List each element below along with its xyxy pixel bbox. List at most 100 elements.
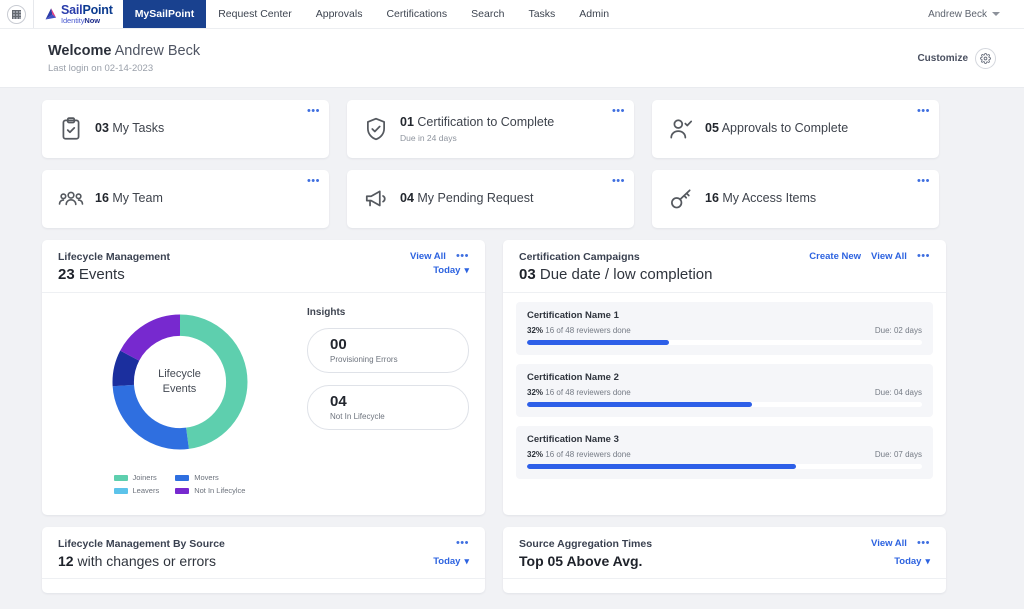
panel-header: Source Aggregation Times Top 05 Above Av…: [503, 527, 946, 579]
legend-label: Not In Lifecylce: [194, 486, 246, 495]
tile-menu-button[interactable]: •••: [917, 106, 930, 117]
tile-approvals-to-complete[interactable]: ••• 05 Approvals to Complete: [652, 100, 939, 158]
nav-item-certifications[interactable]: Certifications: [374, 0, 459, 28]
certification-name: Certification Name 2: [527, 372, 619, 383]
panel-title-block: Source Aggregation Times Top 05 Above Av…: [519, 538, 652, 569]
people-group-icon: [58, 186, 84, 212]
nav-item-mysailpoint[interactable]: MySailPoint: [122, 0, 207, 28]
user-menu[interactable]: Andrew Beck: [912, 0, 1016, 28]
certification-row[interactable]: Certification Name 2 32% 16 of 48 review…: [516, 364, 933, 417]
tile-text: 01 Certification to Complete Due in 24 d…: [400, 115, 554, 143]
tile-my-access-items[interactable]: ••• 16 My Access Items: [652, 170, 939, 228]
insight-label: Provisioning Errors: [330, 354, 398, 364]
stat-tiles-row-1: ••• 03 My Tasks ••• 01 Certification to …: [42, 100, 982, 158]
tile-text: 16 My Team: [95, 191, 163, 207]
legend-item-movers: Movers: [175, 473, 245, 482]
view-all-link[interactable]: View All: [871, 538, 907, 549]
gear-icon: [975, 47, 996, 69]
certification-due: Due: 04 days: [874, 388, 922, 397]
tile-menu-button[interactable]: •••: [612, 176, 625, 187]
period-selector[interactable]: Today ▾: [871, 556, 930, 567]
certification-due: Due: 07 days: [874, 450, 922, 459]
panel-title-block: Lifecycle Management By Source 12 with c…: [58, 538, 225, 569]
legend-item-not-in-lifecycle: Not In Lifecylce: [175, 486, 245, 495]
panel-title: Source Aggregation Times: [519, 538, 653, 550]
top-navigation-bar: SailPoint IdentityNow MySailPoint Reques…: [0, 0, 1024, 29]
tile-main-line: 01 Certification to Complete: [400, 114, 555, 129]
customize-label: Customize: [917, 52, 968, 64]
view-all-link[interactable]: View All: [871, 251, 907, 262]
tile-my-tasks[interactable]: ••• 03 My Tasks: [42, 100, 329, 158]
sailpoint-logo: SailPoint IdentityNow: [34, 0, 123, 28]
tile-menu-button[interactable]: •••: [307, 106, 320, 117]
view-all-link[interactable]: View All: [410, 251, 446, 262]
create-new-link[interactable]: Create New: [809, 251, 861, 262]
megaphone-icon: [363, 186, 389, 212]
panel-header: Lifecycle Management By Source 12 with c…: [42, 527, 485, 579]
panel-menu-button[interactable]: •••: [917, 538, 930, 549]
user-check-icon: [668, 116, 694, 142]
primary-nav-items: MySailPoint Request Center Approvals Cer…: [122, 0, 621, 28]
panel-header: Certification Campaigns 03 Due date / lo…: [503, 240, 946, 293]
welcome-bar: Welcome Andrew Beck Last login on 02-14-…: [0, 29, 1024, 88]
insight-not-in-lifecycle[interactable]: 04 Not In Lifecycle: [307, 385, 469, 430]
panel-menu-button[interactable]: •••: [456, 538, 469, 549]
welcome-text-block: Welcome Andrew Beck Last login on 02-14-…: [48, 43, 200, 74]
tile-my-team[interactable]: ••• 16 My Team: [42, 170, 329, 228]
chevron-down-icon: ▾: [464, 265, 469, 275]
nav-item-request-center[interactable]: Request Center: [206, 0, 304, 28]
insights-title: Insights: [307, 307, 346, 318]
tile-text: 05 Approvals to Complete: [705, 121, 848, 137]
panel-menu-button[interactable]: •••: [456, 251, 469, 262]
tile-menu-button[interactable]: •••: [612, 106, 625, 117]
legend-label: Joiners: [132, 473, 157, 482]
app-launcher-button[interactable]: [0, 0, 34, 28]
lifecycle-body: Lifecycle Events Joiners Movers Leavers …: [42, 293, 485, 515]
period-label: Today: [894, 556, 922, 567]
app-grid-icon: [7, 4, 26, 24]
tile-text: 16 My Access Items: [705, 191, 816, 207]
panel-actions: View All ••• Today ▾: [871, 538, 930, 568]
chart-legend: Joiners Movers Leavers Not In Lifecylce: [113, 473, 245, 495]
dashboard-page: SailPoint IdentityNow MySailPoint Reques…: [0, 0, 1024, 609]
insight-provisioning-errors[interactable]: 00 Provisioning Errors: [307, 328, 469, 373]
panel-title-block: Certification Campaigns 03 Due date / lo…: [519, 251, 712, 283]
progress-bar: [527, 464, 922, 469]
period-selector[interactable]: Today ▾: [410, 265, 469, 276]
panel-menu-button[interactable]: •••: [917, 251, 930, 262]
tile-my-pending-request[interactable]: ••• 04 My Pending Request: [347, 170, 634, 228]
panel-headline: 23 Events: [58, 266, 125, 283]
certification-due: Due: 02 days: [874, 326, 922, 335]
tile-main-line: 03 My Tasks: [95, 121, 165, 136]
tile-menu-button[interactable]: •••: [307, 176, 320, 187]
donut-center-line1: Lifecycle: [158, 368, 201, 381]
tile-text: 04 My Pending Request: [400, 191, 533, 207]
stat-tiles-row-2: ••• 16 My Team ••• 04 My Pending Request…: [42, 170, 982, 228]
certification-progress-text: 32% 16 of 48 reviewers done: [527, 450, 631, 459]
chevron-down-icon: ▾: [925, 556, 930, 566]
panel-source-aggregation-times: Source Aggregation Times Top 05 Above Av…: [503, 527, 946, 593]
progress-bar-fill: [527, 464, 796, 469]
panel-lifecycle-management: Lifecycle Management 23 Events View All …: [42, 240, 485, 515]
legend-swatch: [113, 474, 128, 481]
insight-value: 00: [330, 336, 347, 354]
certification-row[interactable]: Certification Name 3 32% 16 of 48 review…: [516, 426, 933, 479]
tile-menu-button[interactable]: •••: [917, 176, 930, 187]
nav-item-tasks[interactable]: Tasks: [516, 0, 567, 28]
nav-item-admin[interactable]: Admin: [567, 0, 621, 28]
legend-swatch: [113, 487, 128, 494]
shield-check-icon: [363, 116, 389, 142]
nav-item-search[interactable]: Search: [459, 0, 516, 28]
period-selector[interactable]: Today ▾: [433, 556, 469, 567]
tile-main-line: 16 My Access Items: [705, 191, 817, 206]
tile-certification-to-complete[interactable]: ••• 01 Certification to Complete Due in …: [347, 100, 634, 158]
tile-main-line: 16 My Team: [95, 191, 163, 206]
panel-certification-campaigns: Certification Campaigns 03 Due date / lo…: [503, 240, 946, 515]
legend-swatch: [175, 487, 190, 494]
panel-title-block: Lifecycle Management 23 Events: [58, 251, 170, 283]
brand-primary: SailPoint: [61, 2, 113, 17]
customize-button[interactable]: Customize: [917, 47, 996, 69]
certification-row[interactable]: Certification Name 1 32% 16 of 48 review…: [516, 302, 933, 355]
progress-bar: [527, 402, 922, 407]
nav-item-approvals[interactable]: Approvals: [304, 0, 375, 28]
